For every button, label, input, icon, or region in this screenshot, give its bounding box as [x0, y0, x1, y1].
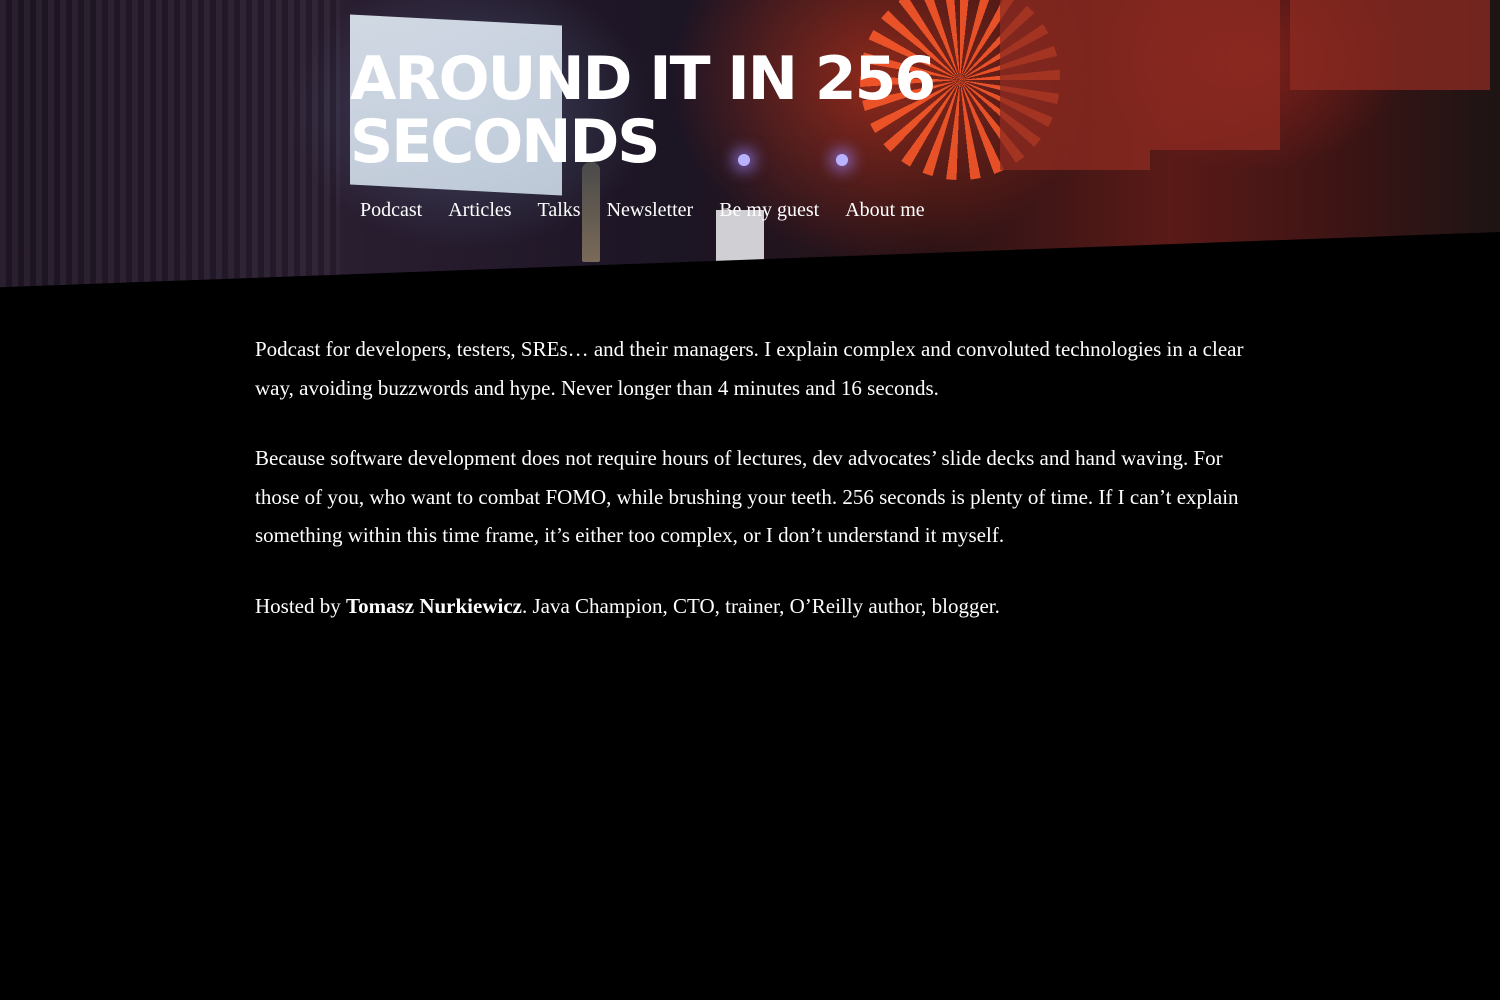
hero-stage-panel	[1290, 0, 1490, 90]
hero-stage-panel	[1000, 0, 1150, 170]
intro-paragraph: Podcast for developers, testers, SREs… a…	[255, 337, 1244, 400]
hero-banner: AROUND IT IN 256 SECONDS Podcast Article…	[0, 0, 1500, 290]
host-paragraph: Hosted by Tomasz Nurkiewicz. Java Champi…	[255, 587, 1245, 626]
hero-stage-panel	[1150, 0, 1280, 150]
host-name: Tomasz Nurkiewicz	[346, 593, 522, 618]
intro-content: Podcast for developers, testers, SREs… a…	[255, 330, 1245, 657]
nav-item-podcast[interactable]: Podcast	[360, 196, 422, 224]
nav-item-articles[interactable]: Articles	[448, 196, 511, 224]
nav-item-about-me[interactable]: About me	[845, 196, 924, 224]
intro-paragraph: Because software development does not re…	[255, 446, 1239, 547]
host-description: . Java Champion, CTO, trainer, O’Reilly …	[521, 593, 1000, 618]
nav-item-be-my-guest[interactable]: Be my guest	[719, 196, 819, 224]
main-nav: Podcast Articles Talks Newsletter Be my …	[360, 196, 925, 224]
nav-item-talks[interactable]: Talks	[538, 196, 581, 224]
hero-curtain-decoration	[0, 0, 340, 290]
hosted-by-prefix: Hosted by	[255, 593, 346, 618]
site-title[interactable]: AROUND IT IN 256 SECONDS	[350, 48, 970, 174]
nav-item-newsletter[interactable]: Newsletter	[607, 196, 694, 224]
